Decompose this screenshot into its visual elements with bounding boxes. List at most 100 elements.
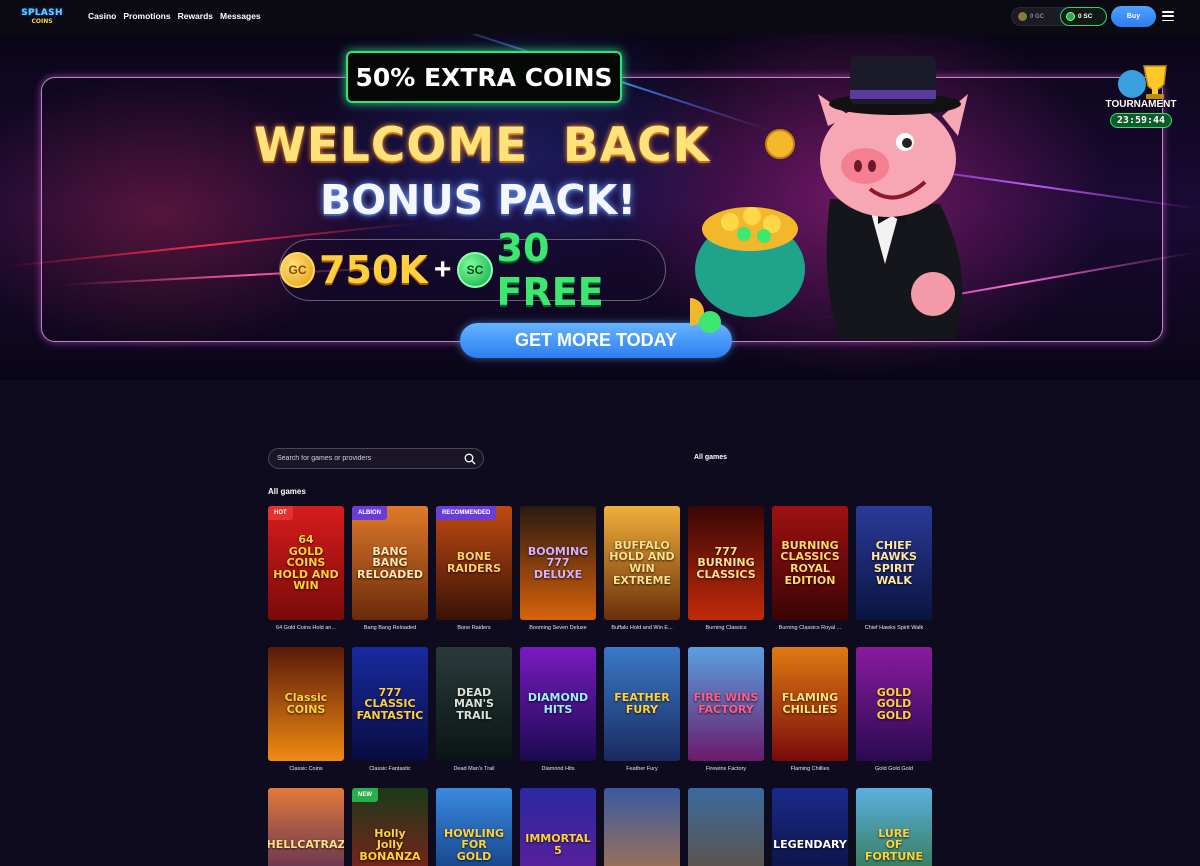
game-thumbnail[interactable]: 777 BURNING CLASSICS — [688, 506, 764, 620]
game-tile[interactable]: BOOMING 777 DELUXE Booming Seven Deluxe — [520, 506, 596, 631]
game-art-title: BOOMING 777 DELUXE — [527, 544, 589, 581]
nav-rewards[interactable]: Rewards — [178, 11, 213, 21]
game-thumbnail[interactable]: LEGENDARY — [772, 788, 848, 866]
banner-headline: WELCOME BACK — [253, 118, 711, 173]
game-tag-badge: RECOMMENDED — [436, 506, 497, 520]
game-name[interactable]: 64 Gold Coins Hold an... — [268, 625, 344, 631]
game-tile[interactable]: Classic COINS Classic Coins — [268, 647, 344, 772]
game-tile[interactable]: HOWLING FOR GOLD — [436, 788, 512, 866]
buy-button[interactable]: Buy — [1111, 6, 1156, 27]
game-thumbnail[interactable]: BURNING CLASSICS ROYAL EDITION — [772, 506, 848, 620]
game-art-title: BONE RAIDERS — [446, 550, 502, 575]
game-tile[interactable]: DIAMOND HITS Diamond Hits — [520, 647, 596, 772]
game-tile[interactable]: 777 BURNING CLASSICS Burning Classics — [688, 506, 764, 631]
game-thumbnail[interactable]: FEATHER FURY — [604, 647, 680, 761]
game-tile[interactable]: BUFFALO HOLD AND WIN EXTREME Buffalo Hold… — [604, 506, 680, 631]
game-art-title: HOWLING FOR GOLD — [443, 826, 505, 863]
game-tile[interactable]: FLAMING CHILLIES Flaming Chillies — [772, 647, 848, 772]
game-thumbnail[interactable]: IMMORTAL 5 — [520, 788, 596, 866]
game-name[interactable]: Gold Gold Gold — [856, 766, 932, 772]
game-name[interactable]: Burning Classics — [688, 625, 764, 631]
game-name[interactable]: Flaming Chillies — [772, 766, 848, 772]
game-thumbnail[interactable]: DEAD MAN'S TRAIL — [436, 647, 512, 761]
game-thumbnail[interactable]: HELLCATRAZ — [268, 788, 344, 866]
game-tile[interactable]: CHIEF HAWKS SPIRIT WALK Chief Hawks Spiri… — [856, 506, 932, 631]
game-tile[interactable] — [604, 788, 680, 866]
game-thumbnail[interactable] — [688, 788, 764, 866]
search-icon[interactable] — [464, 453, 476, 465]
gold-coin-icon — [1018, 12, 1027, 21]
game-art-title: FEATHER FURY — [614, 691, 670, 716]
game-thumbnail[interactable]: Classic COINS — [268, 647, 344, 761]
logo-text-line2: COINS — [31, 18, 53, 25]
game-art-title: GOLD GOLD GOLD — [876, 685, 912, 722]
game-name[interactable]: Bang Bang Reloaded — [352, 625, 428, 631]
game-tile[interactable]: Holly Jolly BONANZA NEW — [352, 788, 428, 866]
hamburger-menu-icon[interactable] — [1162, 11, 1174, 21]
gold-coin-balance[interactable]: 0 GC — [1013, 9, 1044, 24]
game-name[interactable]: Booming Seven Deluxe — [520, 625, 596, 631]
game-thumbnail[interactable] — [604, 788, 680, 866]
game-name[interactable]: Dead Man's Trail — [436, 766, 512, 772]
game-tile[interactable]: HELLCATRAZ — [268, 788, 344, 866]
game-art-title: HELLCATRAZ — [268, 838, 344, 852]
game-tag-badge: NEW — [352, 788, 378, 802]
promo-banner[interactable]: 50% EXTRA COINS WELCOME BACK BONUS PACK!… — [0, 34, 1200, 380]
game-name[interactable]: Firewins Factory — [688, 766, 764, 772]
game-name[interactable]: Buffalo Hold and Win E... — [604, 625, 680, 631]
game-tile[interactable]: BONE RAIDERS RECOMMENDED Bone Raiders — [436, 506, 512, 631]
game-art-title: Holly Jolly BONANZA — [359, 826, 421, 863]
nav-promotions[interactable]: Promotions — [123, 11, 170, 21]
gold-coin-icon: GC — [280, 252, 316, 288]
sweeps-coin-balance[interactable]: 0 SC — [1060, 7, 1107, 26]
game-name[interactable]: Chief Hawks Spirit Walk — [856, 625, 932, 631]
game-tile[interactable]: IMMORTAL 5 — [520, 788, 596, 866]
game-tile[interactable]: DEAD MAN'S TRAIL Dead Man's Trail — [436, 647, 512, 772]
game-name[interactable]: Classic Coins — [268, 766, 344, 772]
game-thumbnail[interactable]: BONE RAIDERS RECOMMENDED — [436, 506, 512, 620]
splash-coins-logo[interactable]: SPLASH COINS — [21, 5, 62, 29]
game-name[interactable]: Bone Raiders — [436, 625, 512, 631]
game-tile[interactable]: BANG BANG RELOADED ALBION Bang Bang Reload… — [352, 506, 428, 631]
game-name[interactable]: Burning Classics Royal ... — [772, 625, 848, 631]
game-tile[interactable]: 777 CLASSIC FANTASTIC Classic Fantastic — [352, 647, 428, 772]
game-art-title: BUFFALO HOLD AND WIN EXTREME — [609, 538, 675, 587]
game-thumbnail[interactable]: FLAMING CHILLIES — [772, 647, 848, 761]
game-tile[interactable]: 64 GOLD COINS HOLD AND WIN HOT 64 Gold Coi… — [268, 506, 344, 631]
game-thumbnail[interactable]: BANG BANG RELOADED ALBION — [352, 506, 428, 620]
game-thumbnail[interactable]: DIAMOND HITS — [520, 647, 596, 761]
game-thumbnail[interactable]: GOLD GOLD GOLD — [856, 647, 932, 761]
game-tile[interactable]: GOLD GOLD GOLD Gold Gold Gold — [856, 647, 932, 772]
game-thumbnail[interactable]: Holly Jolly BONANZA NEW — [352, 788, 428, 866]
game-tile[interactable]: FEATHER FURY Feather Fury — [604, 647, 680, 772]
filter-all-games[interactable]: All games — [694, 454, 727, 461]
game-thumbnail[interactable]: LURE OF FORTUNE — [856, 788, 932, 866]
game-thumbnail[interactable]: HOWLING FOR GOLD — [436, 788, 512, 866]
game-thumbnail[interactable]: BOOMING 777 DELUXE — [520, 506, 596, 620]
game-art-title: BANG BANG RELOADED — [357, 544, 423, 581]
game-tile[interactable]: FIRE WINS FACTORY Firewins Factory — [688, 647, 764, 772]
game-search-bar[interactable] — [268, 448, 484, 469]
game-art-title: 64 GOLD COINS HOLD AND WIN — [273, 533, 339, 593]
game-tile[interactable] — [688, 788, 764, 866]
game-tile[interactable]: LURE OF FORTUNE — [856, 788, 932, 866]
game-thumbnail[interactable]: FIRE WINS FACTORY — [688, 647, 764, 761]
game-tile[interactable]: LEGENDARY — [772, 788, 848, 866]
game-art-title: IMMORTAL 5 — [525, 832, 591, 857]
game-tile[interactable]: BURNING CLASSICS ROYAL EDITION Burning Cl… — [772, 506, 848, 631]
game-tag-badge: HOT — [268, 506, 293, 520]
game-name[interactable]: Feather Fury — [604, 766, 680, 772]
game-art-title: LEGENDARY — [773, 838, 847, 852]
game-name[interactable]: Diamond Hits — [520, 766, 596, 772]
game-thumbnail[interactable]: CHIEF HAWKS SPIRIT WALK — [856, 506, 932, 620]
tournament-label[interactable]: TOURNAMENT — [1100, 99, 1182, 110]
game-thumbnail[interactable]: 777 CLASSIC FANTASTIC — [352, 647, 428, 761]
game-art-title: 777 CLASSIC FANTASTIC — [356, 685, 424, 722]
game-thumbnail[interactable]: BUFFALO HOLD AND WIN EXTREME — [604, 506, 680, 620]
search-input[interactable] — [277, 455, 457, 462]
game-thumbnail[interactable]: 64 GOLD COINS HOLD AND WIN HOT — [268, 506, 344, 620]
nav-casino[interactable]: Casino — [88, 11, 116, 21]
extra-coins-badge: 50% EXTRA COINS — [346, 51, 622, 103]
nav-messages[interactable]: Messages — [220, 11, 261, 21]
game-name[interactable]: Classic Fantastic — [352, 766, 428, 772]
